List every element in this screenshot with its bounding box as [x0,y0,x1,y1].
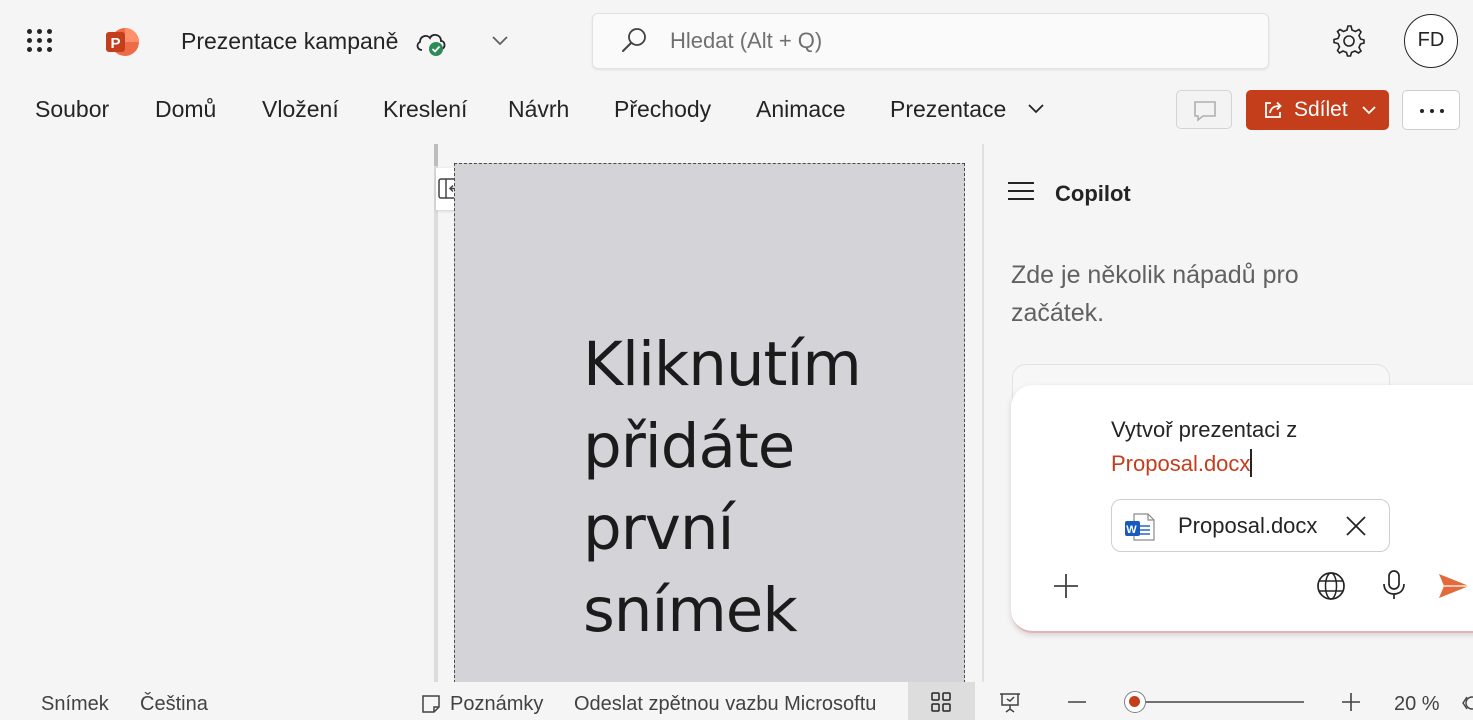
close-icon[interactable] [1344,514,1368,538]
comment-icon [1194,101,1216,122]
zoom-level[interactable]: 20 % [1394,693,1440,716]
slide-editor: Kliknutím přidáte první snímek [434,144,984,688]
send-icon[interactable] [1437,571,1471,601]
copilot-pane: Copilot Zde je několik nápadů pro začáte… [984,144,1473,682]
fit-to-window-icon[interactable] [1461,693,1473,713]
attached-file-chip[interactable]: W Proposal.docx [1111,499,1390,552]
thumbnail-pane-scroll [434,144,438,166]
add-icon[interactable] [1051,571,1081,601]
document-title[interactable]: Prezentace kampaně [181,28,398,55]
slide-indicator: Snímek [41,693,109,715]
copilot-title: Copilot [1055,181,1131,206]
copilot-composer[interactable]: Vytvoř prezentaci z Proposal.docx W Prop… [1011,385,1473,633]
svg-text:P: P [111,35,121,52]
powerpoint-window: P Prezentace kampaně Hledat (Alt + Q) FD… [0,0,1473,720]
tab-slideshow[interactable]: Prezentace [890,96,1006,123]
menu-icon[interactable] [1008,182,1034,202]
tab-home[interactable]: Domů [155,96,216,123]
slide-canvas[interactable]: Kliknutím přidáte první snímek [454,163,965,688]
word-document-icon: W [1125,513,1155,541]
search-icon [622,28,646,52]
copilot-hint: Zde je několik nápadů pro začátek. [1011,261,1299,327]
tab-draw[interactable]: Kreslení [383,96,467,123]
status-bar: Snímek Čeština Poznámky Odeslat zpětnou … [0,682,1473,720]
share-label: Sdílet [1294,98,1348,121]
notes-icon[interactable] [420,693,442,715]
add-first-slide-placeholder[interactable]: Kliknutím přidáte první snímek [583,324,943,652]
ribbon-tabs: Soubor Domů Vložení Kreslení Návrh Přech… [0,82,1473,144]
notes-button[interactable]: Poznámky [450,693,543,716]
zoom-out-icon[interactable] [1066,691,1088,713]
comments-button[interactable] [1176,90,1232,129]
thumbnail-pane-edge [434,144,438,682]
app-launcher-icon[interactable] [26,28,54,54]
search-box[interactable]: Hledat (Alt + Q) [592,13,1269,69]
tab-insert[interactable]: Vložení [262,96,339,123]
prompt-input[interactable]: Vytvoř prezentaci z Proposal.docx [1111,413,1297,481]
title-bar: P Prezentace kampaně Hledat (Alt + Q) FD [0,0,1473,82]
tab-transitions[interactable]: Přechody [614,96,711,123]
more-options-button[interactable] [1402,90,1460,130]
cloud-saved-icon [416,34,446,56]
prompt-file-reference: Proposal.docx [1111,451,1251,476]
globe-icon[interactable] [1315,570,1347,602]
gear-icon[interactable] [1332,24,1366,58]
feedback-link[interactable]: Odeslat zpětnou vazbu Microsoftu [574,693,876,716]
tab-design[interactable]: Návrh [508,96,569,123]
account-avatar[interactable]: FD [1404,14,1458,68]
powerpoint-logo-icon[interactable]: P [104,24,140,60]
chevron-down-icon[interactable] [488,30,512,50]
share-button[interactable]: Sdílet [1246,90,1389,130]
prompt-text: Vytvoř prezentaci z [1111,417,1298,442]
zoom-in-icon[interactable] [1340,691,1362,713]
zoom-slider-track[interactable] [1134,701,1304,703]
tab-animations[interactable]: Animace [756,96,845,123]
chevron-down-icon [1362,106,1376,115]
search-placeholder[interactable]: Hledat (Alt + Q) [670,28,822,54]
slide-sorter-button[interactable] [908,682,975,720]
presenter-view-icon[interactable] [998,691,1022,715]
zoom-slider-thumb[interactable] [1124,691,1146,713]
text-caret [1250,449,1252,477]
grid-view-icon [931,692,951,712]
more-tabs-chevron-icon[interactable] [1024,97,1048,121]
attached-file-name: Proposal.docx [1178,513,1318,538]
tab-file[interactable]: Soubor [35,96,109,123]
svg-text:W: W [1126,524,1137,536]
share-icon [1265,101,1282,118]
language-indicator[interactable]: Čeština [140,693,208,716]
microphone-icon[interactable] [1381,569,1407,601]
